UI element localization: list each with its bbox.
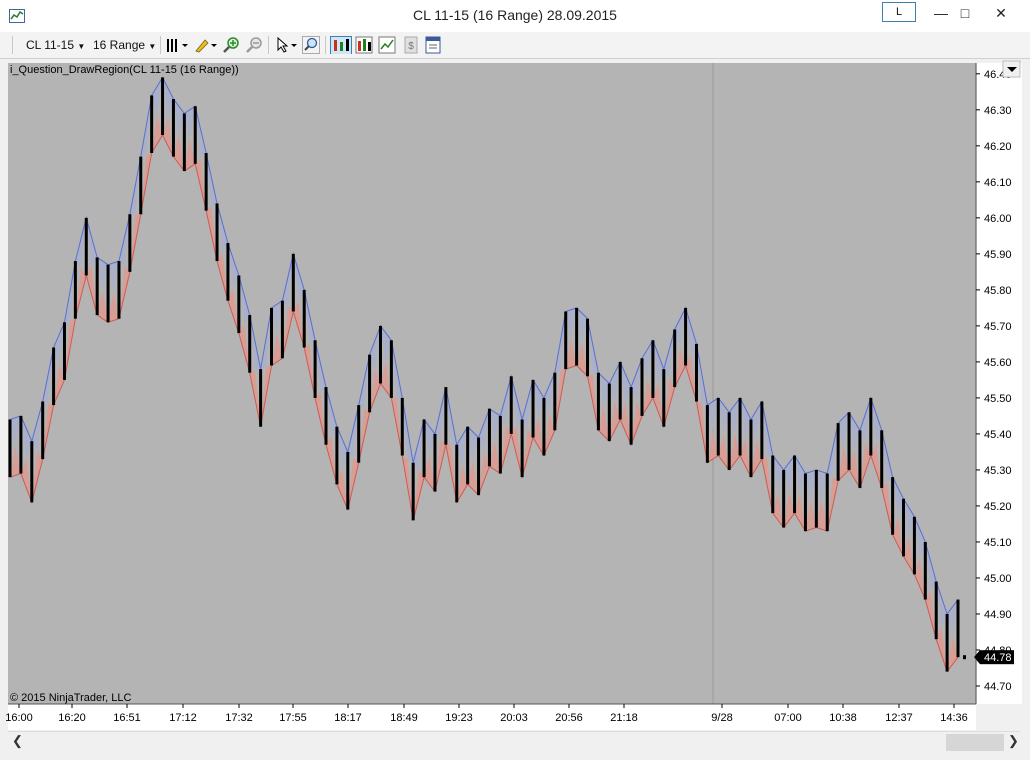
y-tick-label: 46.20 [984, 141, 1012, 153]
chevron-down-icon: ▼ [77, 42, 86, 51]
link-button[interactable]: L [882, 2, 916, 22]
x-tick-label: 07:00 [774, 712, 802, 724]
x-tick-label: 17:55 [279, 712, 307, 724]
bar-type-icon[interactable] [165, 36, 189, 54]
scroll-thumb[interactable] [946, 734, 1004, 751]
data-box-icon[interactable] [355, 36, 373, 54]
pointer-icon[interactable] [274, 36, 298, 54]
close-button[interactable]: ✕ [978, 0, 1024, 26]
indicator-label: i_Question_DrawRegion(CL 11-15 (16 Range… [10, 64, 239, 76]
instrument-selector[interactable]: CL 11-15 ▼ [26, 36, 85, 54]
y-tick-label: 45.40 [984, 429, 1012, 441]
x-tick-label: 20:03 [500, 712, 528, 724]
chart-toolbar: CL 11-15 ▼ 16 Range ▼ $ [0, 32, 1030, 59]
x-tick-label: 18:17 [334, 712, 362, 724]
last-price-marker: 44.78 [974, 650, 1012, 665]
y-tick-label: 45.80 [984, 285, 1012, 297]
svg-text:$: $ [408, 41, 414, 52]
copyright-label: © 2015 NinjaTrader, LLC [10, 692, 131, 704]
x-tick-label: 14:36 [940, 712, 968, 724]
toolbar-divider [325, 36, 326, 54]
x-tick-label: 16:20 [58, 712, 86, 724]
x-tick-label: 9/28 [711, 712, 732, 724]
chart-style-icon[interactable] [330, 36, 352, 54]
indicators-icon[interactable] [378, 36, 396, 54]
scroll-right-icon[interactable]: ❯ [1008, 733, 1019, 749]
period-label: 16 Range [93, 38, 146, 52]
price-chart[interactable]: 46.4046.3046.2046.1046.0045.9045.8045.70… [0, 58, 1030, 730]
y-tick-label: 45.30 [984, 465, 1012, 477]
x-tick-label: 21:18 [610, 712, 638, 724]
y-tick-label: 45.50 [984, 393, 1012, 405]
x-tick-label: 17:32 [225, 712, 253, 724]
y-tick-label: 45.60 [984, 357, 1012, 369]
last-price-label: 44.78 [984, 652, 1012, 664]
title-bar: CL 11-15 (16 Range) 28.09.2015 L — □ ✕ [0, 0, 1030, 32]
x-tick-label: 16:00 [5, 712, 33, 724]
horizontal-scrollbar[interactable]: ❮ ❯ [8, 731, 1020, 753]
y-tick-label: 44.90 [984, 609, 1012, 621]
y-tick-label: 46.30 [984, 105, 1012, 117]
toolbar-divider [268, 36, 269, 54]
x-tick-label: 16:51 [113, 712, 141, 724]
properties-icon[interactable] [424, 36, 442, 54]
y-tick-label: 45.70 [984, 321, 1012, 333]
period-selector[interactable]: 16 Range ▼ [93, 36, 156, 54]
toolbar-divider [160, 36, 161, 54]
toolbar-grip [12, 36, 13, 54]
x-tick-label: 18:49 [390, 712, 418, 724]
x-tick-label: 20:56 [555, 712, 583, 724]
zoom-out-icon[interactable] [245, 36, 263, 54]
instrument-label: CL 11-15 [26, 38, 75, 52]
y-tick-label: 45.00 [984, 573, 1012, 585]
chart-panel [8, 63, 976, 704]
pencil-draw-icon[interactable] [193, 36, 217, 54]
maximize-icon: □ [960, 5, 970, 21]
y-tick-label: 45.10 [984, 537, 1012, 549]
y-tick-label: 46.00 [984, 213, 1012, 225]
x-tick-label: 10:38 [829, 712, 857, 724]
y-tick-label: 44.70 [984, 681, 1012, 693]
y-tick-label: 45.20 [984, 501, 1012, 513]
x-tick-label: 19:23 [445, 712, 473, 724]
x-tick-label: 17:12 [169, 712, 197, 724]
scroll-left-icon[interactable]: ❮ [12, 733, 23, 749]
y-tick-label: 45.90 [984, 249, 1012, 261]
y-tick-label: 46.10 [984, 177, 1012, 189]
strategies-icon[interactable]: $ [402, 36, 420, 54]
x-tick-label: 12:37 [885, 712, 913, 724]
price-axis [977, 63, 1022, 704]
magnifier-icon[interactable] [302, 36, 320, 54]
window-title: CL 11-15 (16 Range) 28.09.2015 [413, 7, 617, 23]
close-icon: ✕ [995, 5, 1007, 21]
last-price-tick [963, 655, 966, 660]
zoom-in-icon[interactable] [222, 36, 240, 54]
chevron-down-icon: ▼ [148, 42, 157, 51]
